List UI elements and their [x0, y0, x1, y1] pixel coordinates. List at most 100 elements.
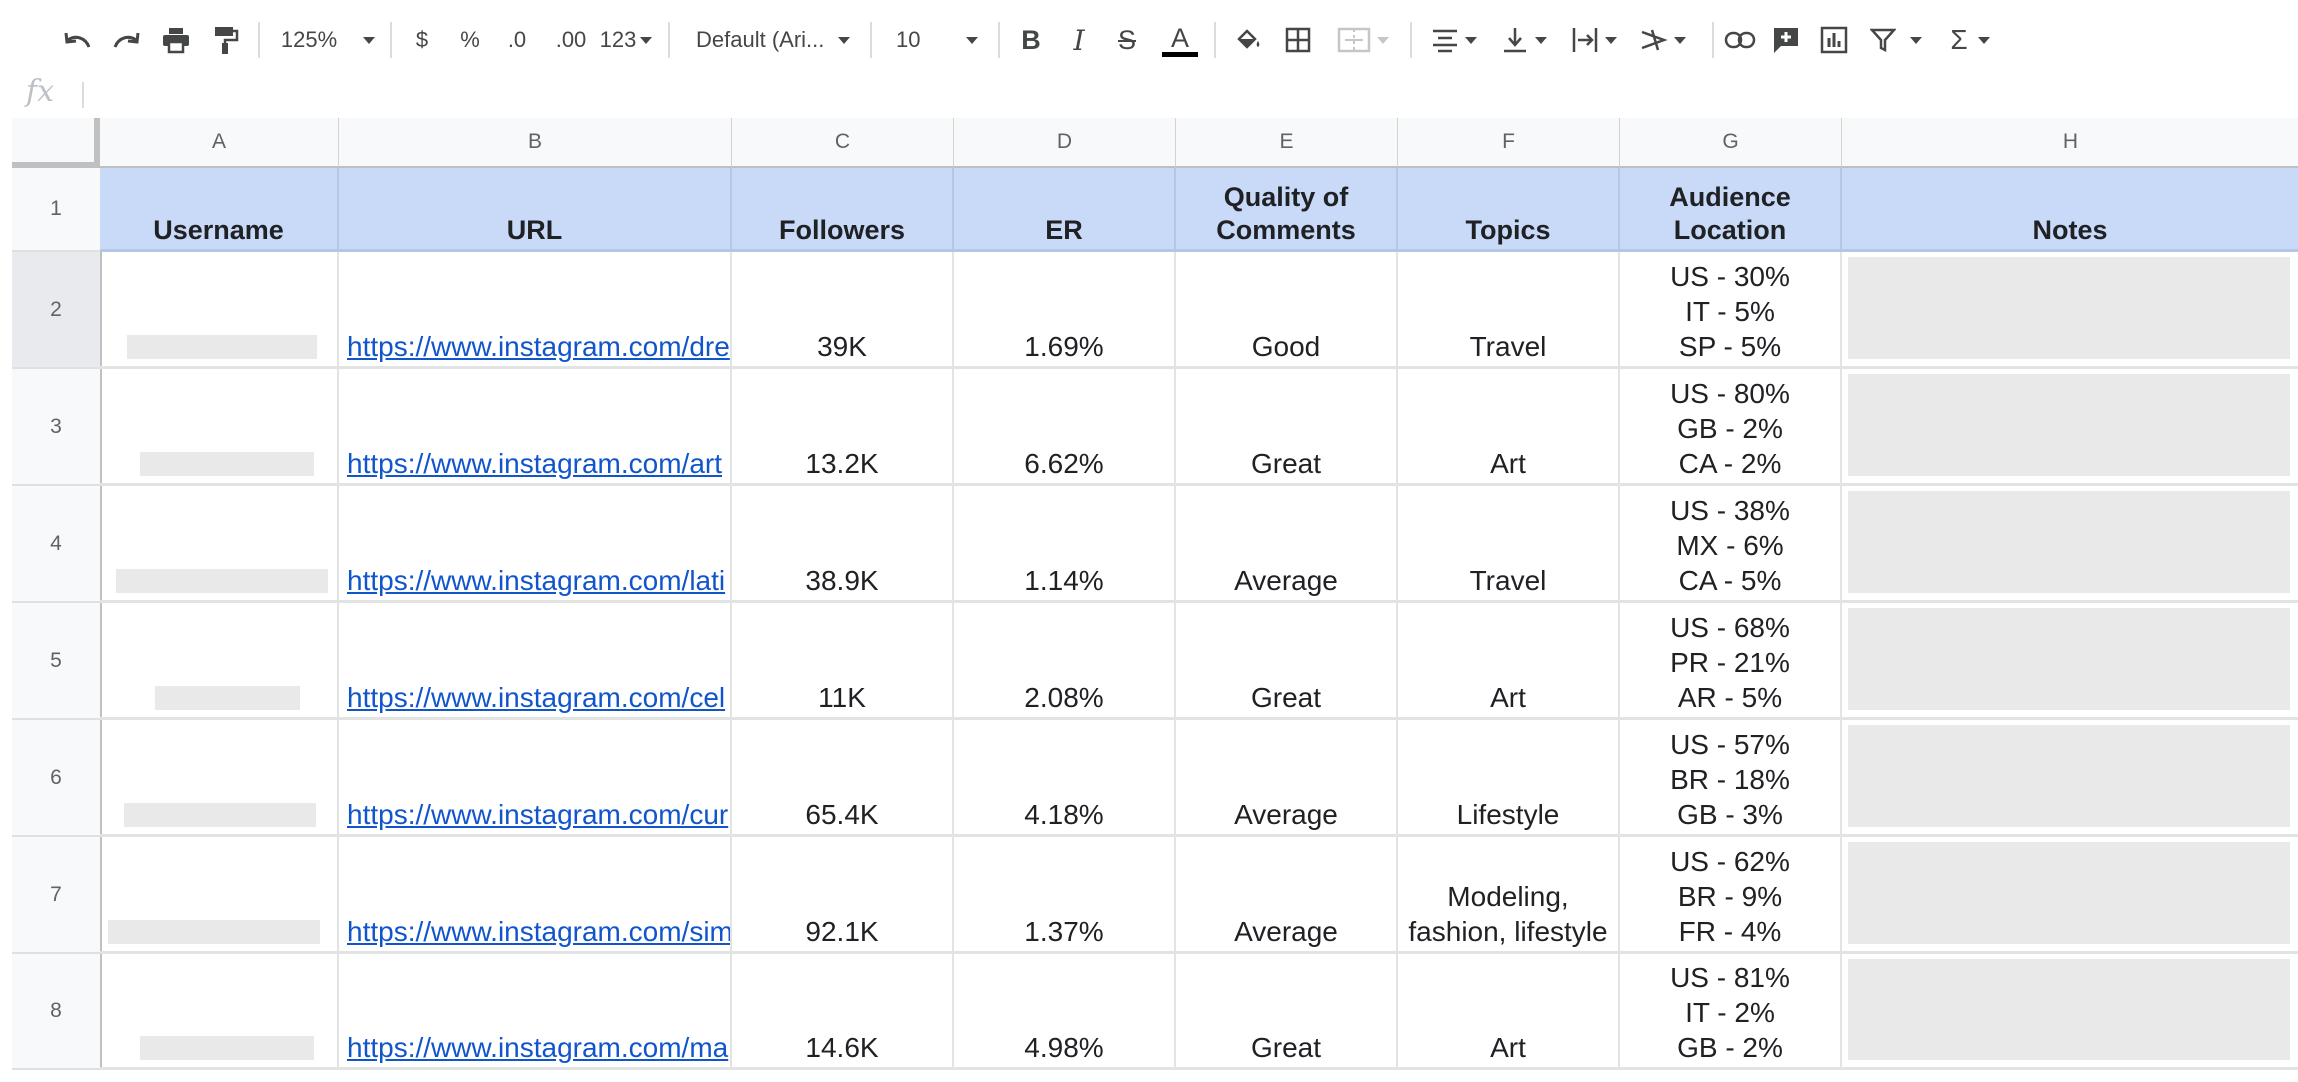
cell-url[interactable]: https://www.instagram.com/cur — [339, 720, 732, 837]
cell-er[interactable]: 1.14% — [954, 486, 1176, 603]
column-header[interactable]: E — [1176, 118, 1398, 168]
cell-followers[interactable]: 39K — [732, 252, 954, 369]
cell-topics[interactable]: Art — [1398, 369, 1620, 486]
cell-er[interactable]: 6.62% — [954, 369, 1176, 486]
column-header[interactable]: B — [339, 118, 732, 168]
cell-quality[interactable]: Average — [1176, 720, 1398, 837]
bold-button[interactable]: B — [1016, 18, 1046, 62]
zoom-select[interactable]: 125% — [278, 18, 378, 62]
column-header[interactable]: D — [954, 118, 1176, 168]
cell-er[interactable]: 2.08% — [954, 603, 1176, 720]
borders-button[interactable] — [1280, 18, 1316, 62]
italic-button[interactable]: I — [1064, 18, 1094, 62]
profile-link[interactable]: https://www.instagram.com/cur — [347, 797, 728, 832]
cell-quality[interactable]: Average — [1176, 837, 1398, 954]
header-cell-followers[interactable]: Followers — [732, 168, 954, 252]
font-family-select[interactable]: Default (Ari... — [696, 18, 856, 62]
strikethrough-button[interactable]: S — [1112, 18, 1142, 62]
decrease-decimal-button[interactable]: .0 — [500, 18, 534, 62]
cell-followers[interactable]: 14.6K — [732, 954, 954, 1070]
column-header[interactable]: G — [1620, 118, 1842, 168]
header-cell-quality-of-comments[interactable]: Quality of Comments — [1176, 168, 1398, 252]
cell-quality[interactable]: Great — [1176, 369, 1398, 486]
percent-format-button[interactable]: % — [456, 18, 484, 62]
cell-audience-location[interactable]: US - 38% MX - 6% CA - 5% — [1620, 486, 1842, 603]
profile-link[interactable]: https://www.instagram.com/lati — [347, 563, 725, 598]
number-format-select[interactable]: 123 — [598, 18, 654, 62]
profile-link[interactable]: https://www.instagram.com/dre — [347, 329, 730, 364]
text-rotation-button[interactable] — [1634, 18, 1690, 62]
cell-er[interactable]: 1.37% — [954, 837, 1176, 954]
cell-topics[interactable]: Art — [1398, 954, 1620, 1070]
cell-url[interactable]: https://www.instagram.com/sim — [339, 837, 732, 954]
cell-topics[interactable]: Lifestyle — [1398, 720, 1620, 837]
cell-audience-location[interactable]: US - 80% GB - 2% CA - 2% — [1620, 369, 1842, 486]
profile-link[interactable]: https://www.instagram.com/sim — [347, 914, 730, 949]
row-header[interactable]: 3 — [12, 369, 102, 486]
fill-color-button[interactable] — [1230, 18, 1266, 62]
row-header[interactable]: 1 — [12, 168, 102, 252]
column-header[interactable]: H — [1842, 118, 2298, 168]
undo-button[interactable] — [60, 18, 96, 62]
header-cell-audience-location[interactable]: Audience Location — [1620, 168, 1842, 252]
filter-button[interactable] — [1866, 18, 1926, 62]
cell-er[interactable]: 4.98% — [954, 954, 1176, 1070]
profile-link[interactable]: https://www.instagram.com/ma — [347, 1030, 728, 1065]
header-cell-url[interactable]: URL — [339, 168, 732, 252]
cell-quality[interactable]: Average — [1176, 486, 1398, 603]
header-cell-notes[interactable]: Notes — [1842, 168, 2298, 252]
cell-url[interactable]: https://www.instagram.com/art — [339, 369, 732, 486]
formula-bar[interactable]: fx — [0, 72, 2298, 116]
functions-button[interactable]: Σ — [1942, 18, 1998, 62]
font-size-select[interactable]: 10 — [896, 18, 986, 62]
row-header[interactable]: 6 — [12, 720, 102, 837]
cell-url[interactable]: https://www.instagram.com/lati — [339, 486, 732, 603]
profile-link[interactable]: https://www.instagram.com/art — [347, 446, 722, 481]
cell-url[interactable]: https://www.instagram.com/dre — [339, 252, 732, 369]
insert-link-button[interactable] — [1720, 18, 1760, 62]
paint-format-button[interactable] — [208, 18, 244, 62]
print-button[interactable] — [158, 18, 194, 62]
row-header[interactable]: 8 — [12, 954, 102, 1070]
horizontal-align-button[interactable] — [1426, 18, 1482, 62]
text-wrapping-button[interactable] — [1566, 18, 1622, 62]
cell-quality[interactable]: Great — [1176, 954, 1398, 1070]
cell-er[interactable]: 4.18% — [954, 720, 1176, 837]
insert-chart-button[interactable] — [1816, 18, 1852, 62]
cell-topics[interactable]: Travel — [1398, 252, 1620, 369]
currency-format-button[interactable]: $ — [408, 18, 436, 62]
insert-comment-button[interactable] — [1768, 18, 1804, 62]
header-cell-er[interactable]: ER — [954, 168, 1176, 252]
cell-quality[interactable]: Good — [1176, 252, 1398, 369]
cell-audience-location[interactable]: US - 81% IT - 2% GB - 2% — [1620, 954, 1842, 1070]
row-header[interactable]: 7 — [12, 837, 102, 954]
cell-er[interactable]: 1.69% — [954, 252, 1176, 369]
select-all-corner[interactable] — [12, 118, 100, 168]
cell-topics[interactable]: Art — [1398, 603, 1620, 720]
row-header[interactable]: 4 — [12, 486, 102, 603]
cell-followers[interactable]: 92.1K — [732, 837, 954, 954]
profile-link[interactable]: https://www.instagram.com/cel — [347, 680, 725, 715]
column-header[interactable]: F — [1398, 118, 1620, 168]
header-cell-username[interactable]: Username — [100, 168, 339, 252]
header-cell-topics[interactable]: Topics — [1398, 168, 1620, 252]
text-color-button[interactable]: A — [1160, 18, 1200, 62]
cell-audience-location[interactable]: US - 68% PR - 21% AR - 5% — [1620, 603, 1842, 720]
increase-decimal-button[interactable]: .00 — [550, 18, 592, 62]
cell-url[interactable]: https://www.instagram.com/ma — [339, 954, 732, 1070]
column-header[interactable]: C — [732, 118, 954, 168]
cell-quality[interactable]: Great — [1176, 603, 1398, 720]
vertical-align-button[interactable] — [1496, 18, 1552, 62]
row-header[interactable]: 5 — [12, 603, 102, 720]
cell-followers[interactable]: 13.2K — [732, 369, 954, 486]
cell-url[interactable]: https://www.instagram.com/cel — [339, 603, 732, 720]
redo-button[interactable] — [108, 18, 144, 62]
merge-cells-button[interactable] — [1330, 18, 1396, 62]
cell-topics[interactable]: Modeling, fashion, lifestyle — [1398, 837, 1620, 954]
cell-topics[interactable]: Travel — [1398, 486, 1620, 603]
cell-followers[interactable]: 65.4K — [732, 720, 954, 837]
cell-audience-location[interactable]: US - 30% IT - 5% SP - 5% — [1620, 252, 1842, 369]
cell-audience-location[interactable]: US - 62% BR - 9% FR - 4% — [1620, 837, 1842, 954]
column-header[interactable]: A — [100, 118, 339, 168]
cell-audience-location[interactable]: US - 57% BR - 18% GB - 3% — [1620, 720, 1842, 837]
